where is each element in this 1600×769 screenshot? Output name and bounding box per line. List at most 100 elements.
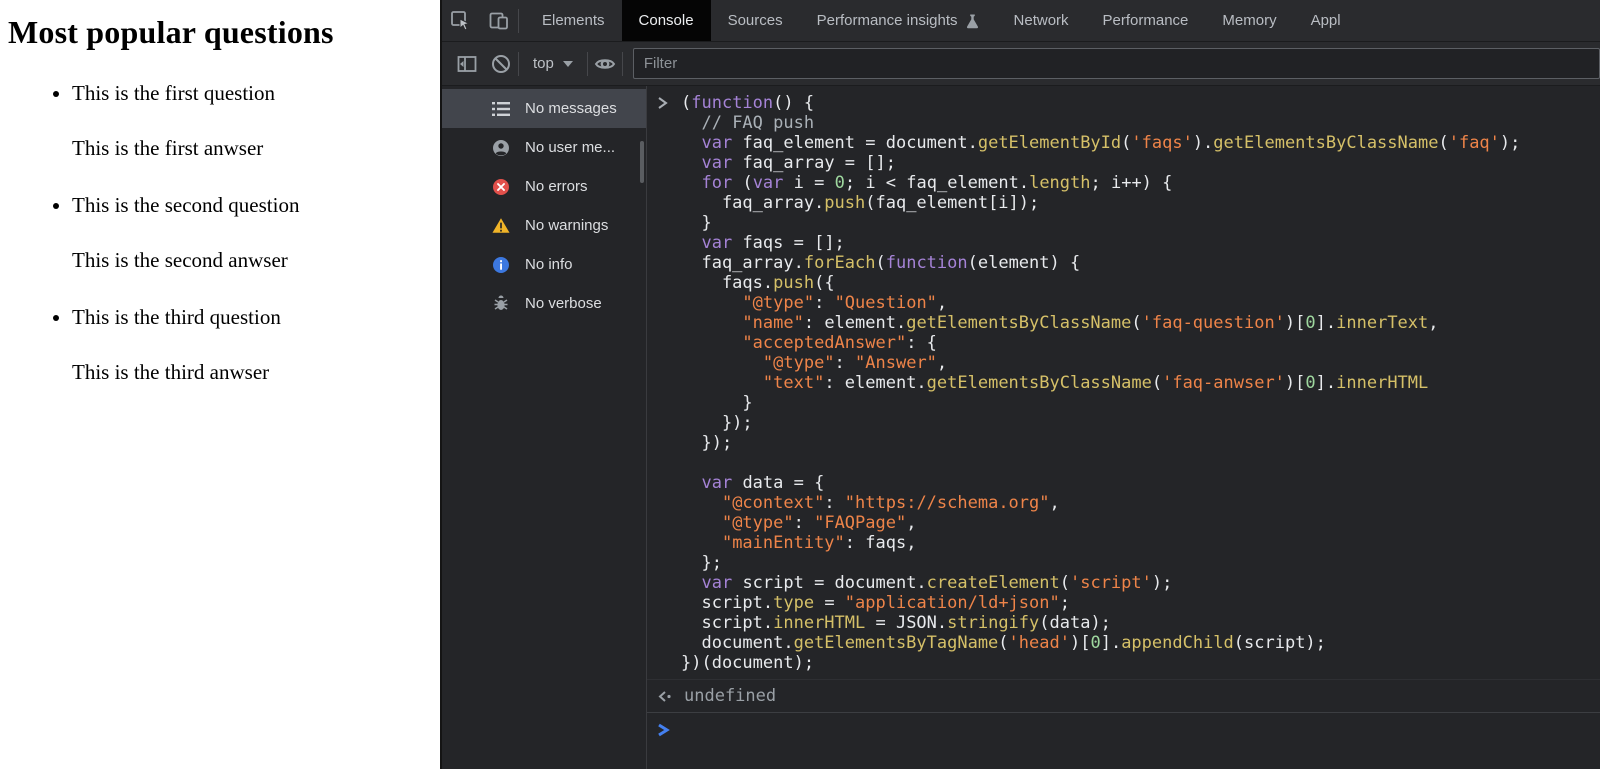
code-line: "@type": "Question", xyxy=(647,293,1600,313)
sidebar-item-no-user-me-[interactable]: No user me... xyxy=(442,128,646,167)
console-content: No messages No user me... No errors No warn… xyxy=(442,86,1600,769)
code-line: }; xyxy=(647,553,1600,573)
code-token: "acceptedAnswer" xyxy=(742,333,906,353)
code-token: "text" xyxy=(763,373,824,393)
code-token: ( xyxy=(875,253,885,273)
code-line: var script = document.createElement('scr… xyxy=(647,573,1600,593)
code-token: faq_array = []; xyxy=(732,153,896,173)
code-line: faq_array.push(faq_element[i]); xyxy=(647,193,1600,213)
sidebar-item-no-messages[interactable]: No messages xyxy=(442,89,646,128)
filter-input[interactable] xyxy=(633,48,1600,79)
code-token: }; xyxy=(681,553,722,573)
code-token: function xyxy=(691,93,773,113)
code-token: function xyxy=(886,253,968,273)
tab-label: Appl xyxy=(1311,12,1341,29)
device-toolbar-button[interactable] xyxy=(480,0,518,41)
code-token: ; i++) { xyxy=(1091,173,1173,193)
console-prompt[interactable] xyxy=(647,712,1600,743)
eye-icon xyxy=(593,52,617,76)
code-token: ( xyxy=(1152,373,1162,393)
sidebar-item-no-warnings[interactable]: No warnings xyxy=(442,206,646,245)
faq-answer: This is the first anwser xyxy=(72,138,440,159)
code-line: faq_array.forEach(function(element) { xyxy=(647,253,1600,273)
code-token: getElementById xyxy=(978,133,1121,153)
tab-label: Network xyxy=(1014,12,1069,29)
sidebar-item-label: No messages xyxy=(525,100,617,117)
console-toolbar: top xyxy=(442,42,1600,86)
code-line: "@type": "FAQPage", xyxy=(647,513,1600,533)
error-icon xyxy=(492,178,510,196)
code-token xyxy=(681,513,722,533)
tab-label: Elements xyxy=(542,12,605,29)
tab-label: Sources xyxy=(728,12,783,29)
code-token: ( xyxy=(1060,573,1070,593)
code-token: 'faq' xyxy=(1449,133,1500,153)
tab-appl[interactable]: Appl xyxy=(1294,0,1358,41)
tab-memory[interactable]: Memory xyxy=(1205,0,1293,41)
sidebar-item-label: No user me... xyxy=(525,139,615,156)
sidebar-item-no-info[interactable]: No info xyxy=(442,245,646,284)
live-expression-button[interactable] xyxy=(588,47,622,81)
code-token: "mainEntity" xyxy=(722,533,845,553)
code-token: (faq_element[i]); xyxy=(865,193,1039,213)
toggle-sidebar-button[interactable] xyxy=(450,47,484,81)
code-token: ( xyxy=(1121,133,1131,153)
clear-console-icon xyxy=(490,53,512,75)
tab-console[interactable]: Console xyxy=(622,0,711,41)
tab-elements[interactable]: Elements xyxy=(525,0,622,41)
code-line: "@context": "https://schema.org", xyxy=(647,493,1600,513)
tab-sources[interactable]: Sources xyxy=(711,0,800,41)
inspect-element-button[interactable] xyxy=(442,0,480,41)
context-selector[interactable]: top xyxy=(519,55,587,72)
code-line: faqs.push({ xyxy=(647,273,1600,293)
code-token xyxy=(681,373,763,393)
code-token: getElementsByTagName xyxy=(794,633,999,653)
scrollbar-thumb[interactable] xyxy=(640,141,644,183)
user-icon xyxy=(492,139,510,157)
return-value-arrow-icon xyxy=(657,690,672,703)
separator xyxy=(622,52,623,76)
code-token xyxy=(681,533,722,553)
tab-network[interactable]: Network xyxy=(997,0,1086,41)
code-token: ]. xyxy=(1101,633,1121,653)
code-token xyxy=(681,313,742,333)
code-token: (script); xyxy=(1234,633,1326,653)
code-token: type xyxy=(773,593,814,613)
faq-answer: This is the third anwser xyxy=(72,362,440,383)
code-line: "acceptedAnswer": { xyxy=(647,333,1600,353)
code-token: : xyxy=(824,493,844,513)
clear-console-button[interactable] xyxy=(484,47,518,81)
inspect-cursor-icon xyxy=(450,10,472,32)
code-token: "@type" xyxy=(763,353,835,373)
sidebar-item-no-errors[interactable]: No errors xyxy=(442,167,646,206)
code-token: 'faqs' xyxy=(1131,133,1192,153)
filter-container xyxy=(633,48,1600,79)
tab-performance[interactable]: Performance xyxy=(1086,0,1206,41)
code-line: "mainEntity": faqs, xyxy=(647,533,1600,553)
code-token: ; i < faq_element. xyxy=(845,173,1029,193)
faq-item: This is the first question This is the f… xyxy=(72,81,440,159)
code-token: ); xyxy=(1500,133,1520,153)
code-token xyxy=(681,113,701,133)
code-token: 0 xyxy=(1090,633,1100,653)
messages-list-icon xyxy=(492,100,510,118)
sidebar-item-label: No errors xyxy=(525,178,588,195)
code-token: }); xyxy=(681,413,753,433)
sidebar-item-no-verbose[interactable]: No verbose xyxy=(442,284,646,323)
code-token: )[ xyxy=(1285,313,1305,333)
code-token: faq_array. xyxy=(681,193,824,213)
code-token: "FAQPage" xyxy=(814,513,906,533)
code-token: faqs = []; xyxy=(732,233,845,253)
code-token: } xyxy=(681,213,712,233)
code-line: "name": element.getElementsByClassName('… xyxy=(647,313,1600,333)
code-token: script = document. xyxy=(732,573,926,593)
sidebar-item-label: No warnings xyxy=(525,217,608,234)
tab-performance-insights[interactable]: Performance insights xyxy=(800,0,997,41)
code-token: , xyxy=(1428,313,1438,333)
code-line xyxy=(647,453,1600,473)
code-line: "@type": "Answer", xyxy=(647,353,1600,373)
code-token: : element. xyxy=(804,313,906,333)
console-input-chevron-icon xyxy=(657,96,669,110)
warning-icon xyxy=(492,217,510,235)
info-icon xyxy=(492,256,510,274)
